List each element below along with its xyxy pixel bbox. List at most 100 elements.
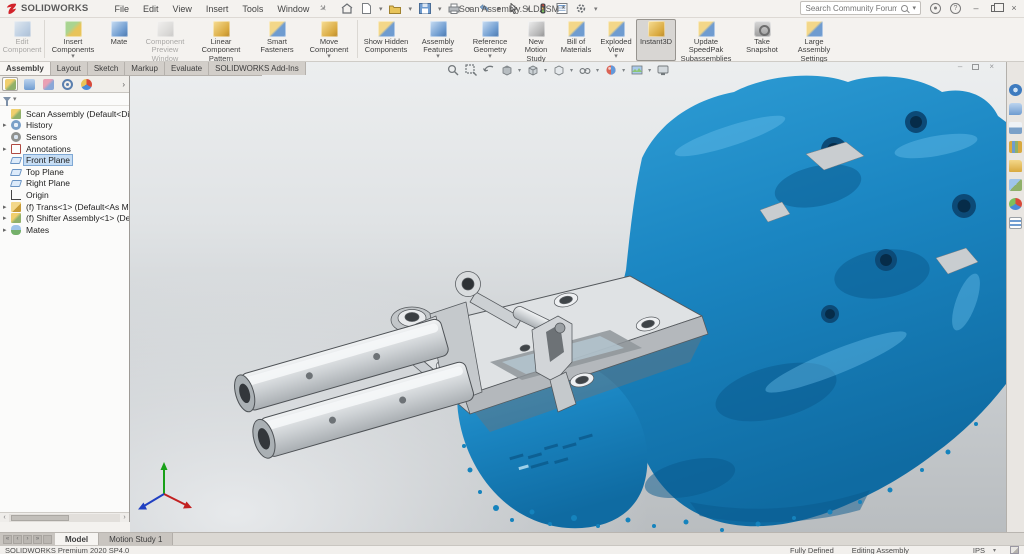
expand-arrow-icon[interactable]: ▸ xyxy=(3,203,11,211)
custom-properties-icon[interactable] xyxy=(1009,217,1022,229)
tab-splitter-handle[interactable] xyxy=(43,535,52,544)
motion-study-tab[interactable]: Motion Study 1 xyxy=(99,533,173,545)
select-caret-icon[interactable]: ▾ xyxy=(527,5,531,13)
file-explorer-icon[interactable] xyxy=(1009,160,1022,172)
dropdown-caret-icon[interactable]: ▾ xyxy=(327,55,331,59)
tree-root-assembly[interactable]: Scan Assembly (Default<Display State-1 xyxy=(0,108,129,120)
panel-expand-chevron-icon[interactable]: › xyxy=(122,80,127,89)
expand-arrow-icon[interactable]: ▸ xyxy=(3,226,11,234)
display-style-icon[interactable] xyxy=(552,64,565,77)
tree-item-right-plane[interactable]: Right Plane xyxy=(0,178,129,190)
prev-tab-button[interactable]: ‹ xyxy=(13,535,22,544)
design-library-icon[interactable] xyxy=(1009,141,1022,153)
doc-close-button[interactable]: × xyxy=(989,62,994,71)
hide-show-items-icon[interactable] xyxy=(578,64,591,77)
undo-caret-icon[interactable]: ▾ xyxy=(497,5,501,13)
undo-icon[interactable] xyxy=(478,3,490,14)
panel-horizontal-scrollbar[interactable]: ‹ › xyxy=(0,512,129,522)
zoom-to-area-icon[interactable] xyxy=(464,64,477,77)
status-tag-icon[interactable] xyxy=(1010,546,1019,554)
apply-scene-icon[interactable] xyxy=(630,64,643,77)
expand-arrow-icon[interactable]: ▸ xyxy=(3,145,11,153)
3dexperience-icon[interactable] xyxy=(1009,84,1022,96)
tab-layout[interactable]: Layout xyxy=(51,62,88,75)
save-caret-icon[interactable]: ▾ xyxy=(438,5,442,13)
new-document-icon[interactable] xyxy=(360,3,372,14)
edit-appearance-icon[interactable] xyxy=(604,64,617,77)
scrollbar-thumb[interactable] xyxy=(11,515,69,521)
move-component-button[interactable]: Move Component ▾ xyxy=(303,19,355,61)
view-orientation-icon[interactable] xyxy=(526,64,539,77)
smart-fasteners-button[interactable]: Smart Fasteners xyxy=(251,19,303,61)
tree-item-sensors[interactable]: Sensors xyxy=(0,131,129,143)
appearances-scenes-icon[interactable] xyxy=(1009,198,1022,210)
pneumatic-cylinders[interactable] xyxy=(231,314,475,462)
last-tab-button[interactable]: » xyxy=(33,535,42,544)
tree-item-shifter-assembly[interactable]: ▸ (f) Shifter Assembly<1> (Default<Di xyxy=(0,212,129,224)
save-icon[interactable] xyxy=(419,3,431,14)
units-selector[interactable]: IPS xyxy=(973,546,985,554)
new-document-caret-icon[interactable]: ▾ xyxy=(379,5,383,13)
help-icon[interactable]: ? xyxy=(950,3,961,14)
dropdown-caret-icon[interactable]: ▾ xyxy=(518,67,521,74)
tree-item-annotations[interactable]: ▸ Annotations xyxy=(0,143,129,155)
tab-assembly[interactable]: Assembly xyxy=(0,62,51,75)
model-viewport[interactable]: ▾ ▾ ▾ ▾ ▾ ▾ – × xyxy=(130,62,1006,532)
menu-edit[interactable]: Edit xyxy=(143,4,159,14)
tree-item-mates[interactable]: ▸ Mates xyxy=(0,224,129,236)
display-manager-tab[interactable] xyxy=(78,77,94,91)
edit-component-button[interactable]: Edit Component xyxy=(2,19,42,61)
tree-item-history[interactable]: ▸ History xyxy=(0,120,129,132)
search-icon[interactable] xyxy=(901,5,908,12)
bill-of-materials-button[interactable]: Bill of Materials xyxy=(556,19,596,61)
select-arrow-icon[interactable] xyxy=(508,3,520,14)
linear-component-pattern-button[interactable]: Linear Component Pattern ▾ xyxy=(191,19,251,61)
menu-view[interactable]: View xyxy=(172,4,191,14)
propertymanager-tab[interactable] xyxy=(21,77,37,91)
file-properties-icon[interactable] xyxy=(556,3,568,14)
tree-item-front-plane[interactable]: Front Plane xyxy=(0,154,129,166)
view-palette-icon[interactable] xyxy=(1009,179,1022,191)
reference-geometry-button[interactable]: Reference Geometry ▾ xyxy=(464,19,516,61)
show-hidden-components-button[interactable]: Show Hidden Components xyxy=(360,19,412,61)
tab-markup[interactable]: Markup xyxy=(125,62,165,75)
tab-evaluate[interactable]: Evaluate xyxy=(165,62,209,75)
tab-sketch[interactable]: Sketch xyxy=(88,62,125,75)
solidworks-resources-icon[interactable] xyxy=(1009,122,1022,134)
print-caret-icon[interactable]: ▾ xyxy=(467,5,471,13)
tree-item-top-plane[interactable]: Top Plane xyxy=(0,166,129,178)
menu-tools[interactable]: Tools xyxy=(242,4,263,14)
tab-solidworks-addins[interactable]: SOLIDWORKS Add-Ins xyxy=(209,62,306,75)
dropdown-caret-icon[interactable]: ▾ xyxy=(614,55,618,59)
pin-menu-icon[interactable]: ✈ xyxy=(317,2,330,15)
expand-arrow-icon[interactable]: ▸ xyxy=(3,121,11,129)
menu-file[interactable]: File xyxy=(114,4,129,14)
mate-button[interactable]: Mate xyxy=(99,19,139,61)
filter-caret-icon[interactable]: ▾ xyxy=(13,95,17,103)
next-tab-button[interactable]: › xyxy=(23,535,32,544)
doc-minimize-button[interactable]: – xyxy=(958,62,962,71)
options-gear-icon[interactable] xyxy=(575,3,587,14)
view-settings-icon[interactable] xyxy=(656,64,669,77)
new-motion-study-button[interactable]: New Motion Study xyxy=(516,19,556,61)
dropdown-caret-icon[interactable]: ▾ xyxy=(622,67,625,74)
scrollbar-track[interactable] xyxy=(9,514,120,522)
first-tab-button[interactable]: « xyxy=(3,535,12,544)
minimize-button[interactable]: – xyxy=(970,3,982,13)
model-tab[interactable]: Model xyxy=(55,533,99,545)
take-snapshot-button[interactable]: Take Snapshot xyxy=(736,19,788,61)
scroll-right-icon[interactable]: › xyxy=(120,514,129,521)
tree-item-origin[interactable]: Origin xyxy=(0,189,129,201)
dropdown-caret-icon[interactable]: ▾ xyxy=(488,55,492,59)
menu-insert[interactable]: Insert xyxy=(206,4,229,14)
section-view-icon[interactable] xyxy=(500,64,513,77)
print-icon[interactable] xyxy=(448,3,460,14)
exploded-view-button[interactable]: Exploded View ▾ xyxy=(596,19,636,61)
previous-view-icon[interactable] xyxy=(482,64,495,77)
restore-button[interactable] xyxy=(991,5,999,12)
dropdown-caret-icon[interactable]: ▾ xyxy=(436,55,440,59)
units-caret-icon[interactable]: ▾ xyxy=(993,547,996,554)
rebuild-traffic-light-icon[interactable] xyxy=(537,3,549,14)
instant3d-button[interactable]: Instant3D xyxy=(636,19,676,61)
tree-item-trans[interactable]: ▸ (f) Trans<1> (Default<As Machined xyxy=(0,201,129,213)
